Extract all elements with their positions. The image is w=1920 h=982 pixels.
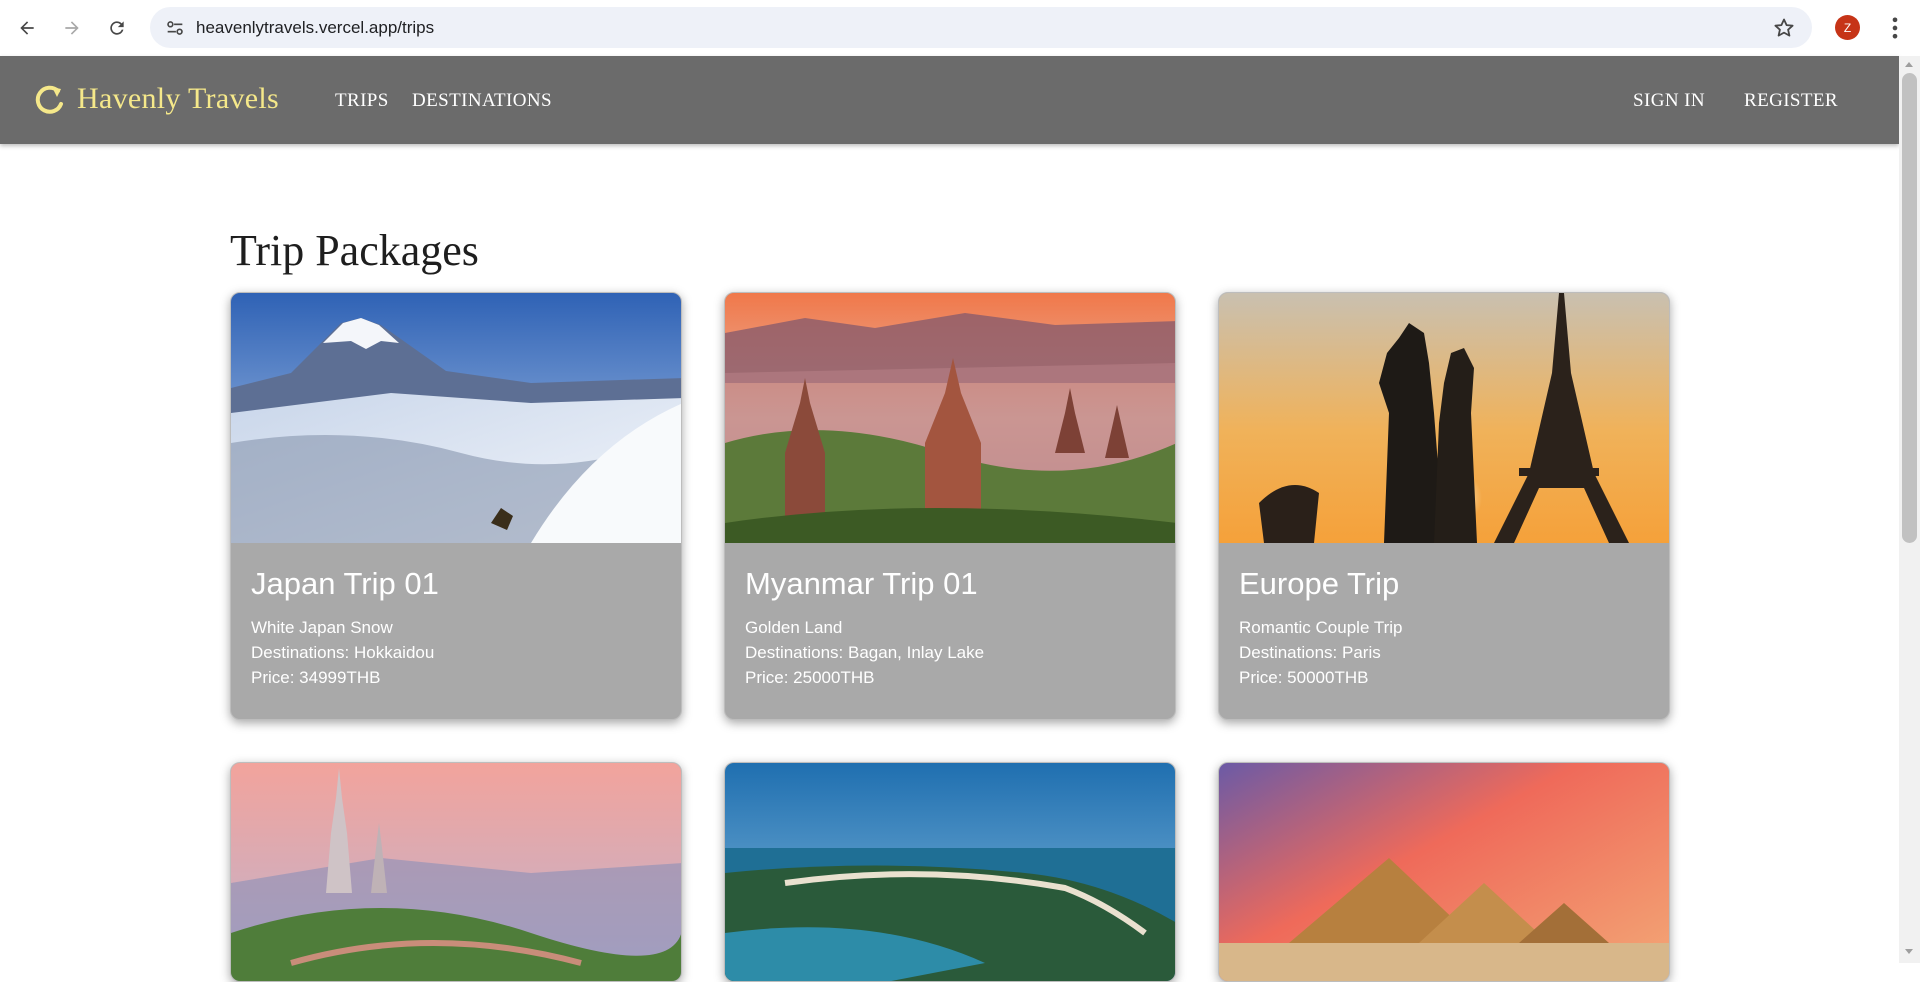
trip-card-egypt[interactable] <box>1218 762 1670 982</box>
bookmark-star-icon[interactable] <box>1772 16 1796 40</box>
nav-destinations[interactable]: DESTINATIONS <box>412 90 552 112</box>
profile-avatar[interactable]: Z <box>1835 15 1860 40</box>
register-link[interactable]: REGISTER <box>1744 90 1838 112</box>
trip-image-egypt <box>1219 763 1669 981</box>
trip-destinations: Destinations: Bagan, Inlay Lake <box>745 643 985 662</box>
trip-card-thailand[interactable] <box>230 762 682 982</box>
trip-card-japan[interactable]: Japan Trip 01 White Japan Snow Destinati… <box>230 292 682 720</box>
trip-price: Price: 50000THB <box>1239 668 1369 687</box>
trip-title: Japan Trip 01 <box>251 566 439 601</box>
trip-image-japan <box>231 293 681 543</box>
sign-in-link[interactable]: SIGN IN <box>1633 90 1705 112</box>
nav-trips[interactable]: TRIPS <box>335 90 389 112</box>
more-menu-icon[interactable] <box>1881 14 1909 42</box>
site-settings-icon[interactable] <box>164 17 186 39</box>
address-bar[interactable]: heavenlytravels.vercel.app/trips <box>150 7 1812 48</box>
scroll-down-icon[interactable] <box>1905 949 1913 954</box>
trip-image-beach <box>725 763 1175 981</box>
trip-image-europe <box>1219 293 1669 543</box>
brand-name[interactable]: Havenly Travels <box>77 82 279 116</box>
trip-image-thailand <box>231 763 681 981</box>
reload-icon[interactable] <box>101 12 133 44</box>
trip-subtitle: Golden Land <box>745 618 843 637</box>
scroll-thumb[interactable] <box>1902 73 1917 543</box>
trip-title: Europe Trip <box>1239 566 1400 601</box>
app-header: Havenly Travels TRIPS DESTINATIONS SIGN … <box>0 56 1899 144</box>
trip-subtitle: Romantic Couple Trip <box>1239 618 1403 637</box>
trip-price: Price: 25000THB <box>745 668 875 687</box>
trip-image-myanmar <box>725 293 1175 543</box>
trip-price: Price: 34999THB <box>251 668 381 687</box>
back-icon[interactable] <box>11 12 43 44</box>
forward-icon[interactable] <box>56 12 88 44</box>
trip-card-europe[interactable]: Europe Trip Romantic Couple Trip Destina… <box>1218 292 1670 720</box>
page-scrollbar[interactable] <box>1899 56 1920 963</box>
trip-subtitle: White Japan Snow <box>251 618 393 637</box>
trip-destinations: Destinations: Hokkaidou <box>251 643 435 662</box>
trip-card-beach[interactable] <box>724 762 1176 982</box>
page-title: Trip Packages <box>230 226 479 275</box>
logo-icon[interactable] <box>34 83 66 117</box>
url-text[interactable]: heavenlytravels.vercel.app/trips <box>196 18 434 38</box>
trip-title: Myanmar Trip 01 <box>745 566 978 601</box>
trip-destinations: Destinations: Paris <box>1239 643 1381 662</box>
scroll-up-icon[interactable] <box>1905 62 1913 67</box>
browser-toolbar: heavenlytravels.vercel.app/trips Z <box>0 0 1920 56</box>
trip-card-myanmar[interactable]: Myanmar Trip 01 Golden Land Destinations… <box>724 292 1176 720</box>
